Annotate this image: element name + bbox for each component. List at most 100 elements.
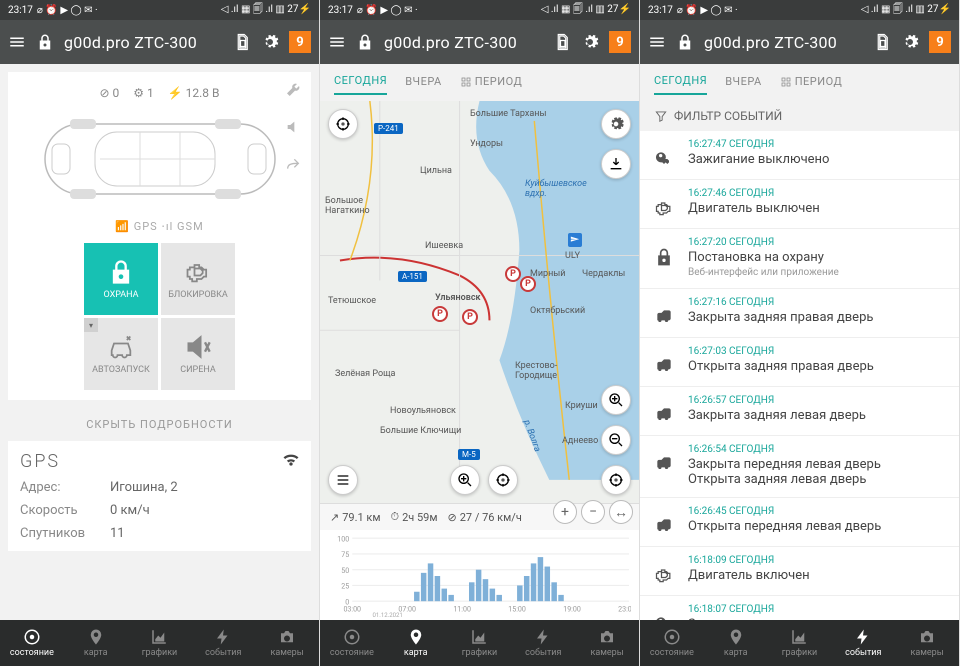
tab-status[interactable]: состояние [0, 620, 64, 666]
wrench-icon[interactable] [285, 82, 301, 101]
svg-text:03:00: 03:00 [343, 605, 361, 614]
lock-icon[interactable] [356, 33, 374, 51]
gps-title: GPS [20, 451, 299, 472]
svg-text:25: 25 [341, 581, 349, 590]
door2-icon [654, 444, 676, 487]
cell-security[interactable]: ОХРАНА [84, 243, 158, 315]
svg-text:11:00: 11:00 [453, 605, 471, 614]
svg-text:15:00: 15:00 [508, 605, 526, 614]
tab-charts[interactable]: графики [448, 620, 512, 666]
tab-period[interactable]: ПЕРИОД [780, 75, 843, 94]
lock-icon[interactable] [36, 33, 54, 51]
tab-map[interactable]: карта [704, 620, 768, 666]
tab-yesterday[interactable]: ВЧЕРА [725, 75, 762, 94]
event-item[interactable]: 16:26:57 СЕГОДНЯ Закрыта задняя левая дв… [640, 387, 959, 436]
svg-text:75: 75 [341, 550, 349, 559]
tab-today[interactable]: СЕГОДНЯ [334, 74, 387, 95]
event-item[interactable]: 16:26:54 СЕГОДНЯ Закрыта передняя левая … [640, 436, 959, 498]
phone-events: 23:17⌀ ⏰ ▶ ◯ ✉ · ◁ .ıl ▦ 🗐 .ıl ▥ 27⚡ g00… [640, 0, 960, 666]
android-statusbar: 23:17⌀ ⏰ ▶ ◯ ✉ · ◁ .ıl ▦ 🗐 .ıl ▥ 27⚡ [640, 0, 959, 20]
map-layers-button[interactable] [601, 109, 631, 139]
svg-text:23:00: 23:00 [618, 605, 631, 614]
filter-row[interactable]: ФИЛЬТР СОБЫТИЙ [640, 101, 959, 131]
map-center-button[interactable] [488, 465, 518, 495]
telemetry-row: ⊘ 0 ⚙ 1 ⚡ 12.8 В [99, 78, 219, 104]
door-icon [654, 395, 676, 425]
event-item[interactable]: 16:18:09 СЕГОДНЯ Двигатель включен [640, 547, 959, 596]
tab-map[interactable]: карта [64, 620, 128, 666]
door-icon [654, 346, 676, 376]
door-icon [654, 297, 676, 327]
bottom-nav: состояние карта графики события камеры [320, 620, 639, 666]
tab-status[interactable]: состояние [640, 620, 704, 666]
svg-text:50: 50 [341, 566, 349, 575]
car-diagram [30, 104, 290, 214]
event-item[interactable]: 16:27:03 СЕГОДНЯ Открыта задняя правая д… [640, 338, 959, 387]
lock-icon[interactable] [676, 33, 694, 51]
map-locate-button[interactable] [601, 465, 631, 495]
engine-icon [654, 188, 676, 218]
tab-events[interactable]: события [511, 620, 575, 666]
speed-chart[interactable]: + − ↔ 025507510003:0007:0011:0015:0019:0… [320, 530, 639, 620]
events-list[interactable]: 16:27:47 СЕГОДНЯ Зажигание выключено 16:… [640, 131, 959, 620]
tab-map[interactable]: карта [384, 620, 448, 666]
map-download-button[interactable] [601, 149, 631, 179]
key-icon [654, 604, 676, 620]
tab-cameras[interactable]: камеры [575, 620, 639, 666]
tab-yesterday[interactable]: ВЧЕРА [405, 75, 442, 94]
hide-details-button[interactable]: СКРЫТЬ ПОДРОБНОСТИ [0, 408, 319, 441]
app-header: g00d.pro ZTC-300 9 [0, 20, 319, 64]
key-icon [654, 139, 676, 169]
tab-charts[interactable]: графики [128, 620, 192, 666]
svg-text:19:00: 19:00 [563, 605, 581, 614]
event-item[interactable]: 16:27:20 СЕГОДНЯ Постановка на охрану Ве… [640, 229, 959, 289]
phone-status: 23:17⌀ ⏰ ▶ ◯ ✉ · ◁ .ıl ▦ 🗐 .ıl ▥ 27⚡ g00… [0, 0, 320, 666]
menu-icon[interactable] [8, 33, 26, 51]
event-item[interactable]: 16:27:16 СЕГОДНЯ Закрыта задняя правая д… [640, 289, 959, 338]
map-zoomin-button[interactable] [601, 385, 631, 415]
tab-today[interactable]: СЕГОДНЯ [654, 74, 707, 95]
chart-expand[interactable]: ↔ [609, 500, 633, 524]
app-header: g00d.pro ZTC-300 9 [640, 20, 959, 64]
gear-icon[interactable] [901, 33, 919, 51]
airport-icon [568, 233, 582, 247]
map-search-button[interactable] [450, 465, 480, 495]
sim-icon[interactable] [553, 33, 571, 51]
signal-text: 📶 GPS ⋅ıl GSM [115, 220, 203, 233]
map-zoomout-button[interactable] [601, 425, 631, 455]
map[interactable]: Большие Тарханы Ундоры Цильна Куйбышевск… [320, 101, 639, 503]
sim-icon[interactable] [233, 33, 251, 51]
cell-block[interactable]: БЛОКИРОВКА [161, 243, 235, 315]
gear-icon[interactable] [581, 33, 599, 51]
app-header: g00d.pro ZTC-300 9 [320, 20, 639, 64]
sim-icon[interactable] [873, 33, 891, 51]
event-item[interactable]: 16:26:45 СЕГОДНЯ Открыта передняя левая … [640, 498, 959, 547]
notif-badge[interactable]: 9 [289, 31, 311, 53]
tab-status[interactable]: состояние [320, 620, 384, 666]
event-item[interactable]: 16:27:46 СЕГОДНЯ Двигатель выключен [640, 180, 959, 229]
gear-icon[interactable] [261, 33, 279, 51]
android-statusbar: 23:17⌀ ⏰ ▶ ◯ ✉ · ◁ .ıl ▦ 🗐 .ıl ▥ 27⚡ [320, 0, 639, 20]
map-list-button[interactable] [328, 465, 358, 495]
cell-siren[interactable]: СИРЕНА [161, 318, 235, 390]
car-panel: ⊘ 0 ⚙ 1 ⚡ 12.8 В [8, 72, 311, 400]
bottom-nav: состояние карта графики события камеры [0, 620, 319, 666]
engine-icon [654, 555, 676, 585]
tab-events[interactable]: события [191, 620, 255, 666]
chart-plus[interactable]: + [553, 500, 577, 524]
map-target-button[interactable] [328, 109, 358, 139]
tab-events[interactable]: события [831, 620, 895, 666]
cell-autostart[interactable]: ▾ АВТОЗАПУСК [84, 318, 158, 390]
wifi-icon [281, 449, 301, 473]
share-icon[interactable] [285, 156, 301, 175]
tab-cameras[interactable]: камеры [255, 620, 319, 666]
tab-cameras[interactable]: камеры [895, 620, 959, 666]
menu-icon[interactable] [328, 33, 346, 51]
speaker-icon[interactable] [285, 119, 301, 138]
tab-period[interactable]: ПЕРИОД [460, 75, 523, 94]
tab-charts[interactable]: графики [768, 620, 832, 666]
menu-icon[interactable] [648, 33, 666, 51]
event-item[interactable]: 16:18:07 СЕГОДНЯ Зажигание включено [640, 596, 959, 620]
event-item[interactable]: 16:27:47 СЕГОДНЯ Зажигание выключено [640, 131, 959, 180]
chart-minus[interactable]: − [581, 500, 605, 524]
